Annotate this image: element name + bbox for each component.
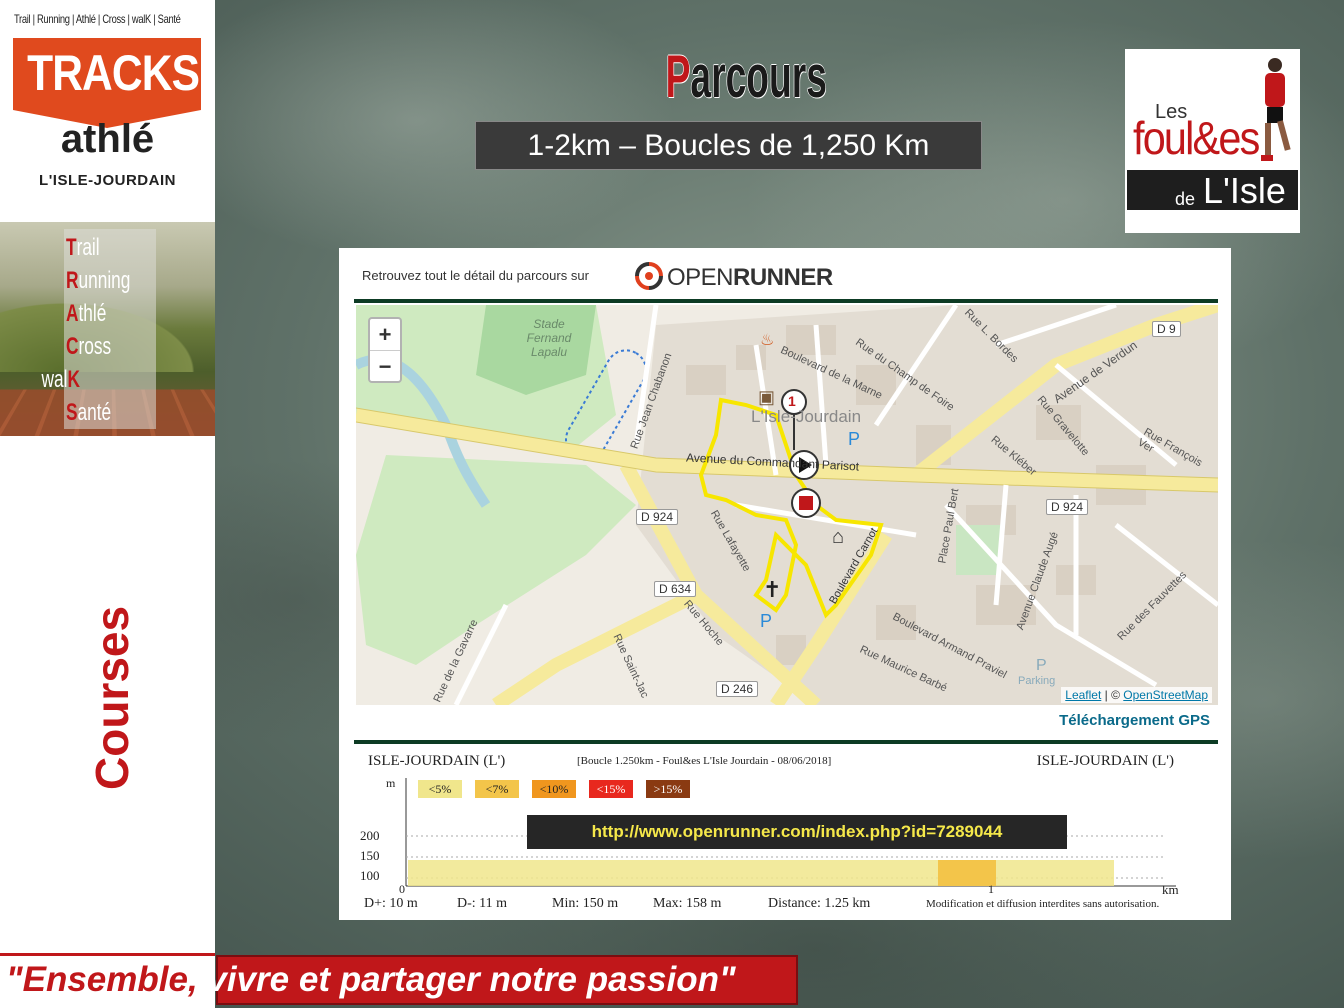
page-subtitle: 1-2km – Boucles de 1,250 Km <box>475 121 982 170</box>
page-title: Parcours <box>665 43 827 110</box>
logo-isle: L'Isle <box>1203 170 1286 211</box>
map-label: Rue de la Gavarre <box>431 617 481 705</box>
x-unit: km <box>1162 882 1179 897</box>
stat-d-plus: D+: 10 m <box>364 896 418 911</box>
brand-sub: athlé <box>60 117 155 161</box>
map-label: Rue des Fauvettes <box>1115 569 1190 643</box>
route-marker-number: 1 <box>788 393 796 409</box>
road-badge: D 9 <box>1152 321 1181 337</box>
map-label: Avenue de Verdun <box>1050 338 1140 406</box>
openrunner-logo[interactable]: OPENRUNNER <box>635 260 835 294</box>
acrostic-line: Running <box>66 267 131 294</box>
map-label: Rue Kléber <box>988 433 1039 479</box>
logo-foul: foul&es <box>1133 112 1260 164</box>
acrostic-line: Santé <box>66 399 112 426</box>
acrostic-line: Athlé <box>66 300 107 327</box>
map-label: Rue Maurice Barbé <box>857 643 949 695</box>
card-header: Retrouvez tout le détail du parcours sur <box>362 268 589 283</box>
map-label: L'Isle-Jourdain <box>751 407 862 426</box>
logo-de: de <box>1175 189 1196 209</box>
route-url[interactable]: http://www.openrunner.com/index.php?id=7… <box>527 815 1067 849</box>
road-badge: D 246 <box>716 681 759 697</box>
map-label: Parking <box>1018 675 1056 687</box>
map-label: Place Paul Bert <box>936 487 962 565</box>
leaflet-link[interactable]: Leaflet <box>1065 688 1101 702</box>
runner-icon <box>1261 58 1291 161</box>
divider-top <box>354 299 1218 303</box>
motto: "Ensemble, vivre et partager notre passi… <box>6 960 736 1000</box>
zoom-in-button[interactable]: + <box>370 319 400 350</box>
profile-disclaimer: Modification et diffusion interdites san… <box>926 898 1160 910</box>
map-attribution: Leaflet | © OpenStreetMap <box>1061 687 1212 703</box>
zoom-out-button[interactable]: − <box>370 350 400 381</box>
brand-city: L'ISLE-JOURDAIN <box>39 172 176 189</box>
map-label: Rue François Ver <box>1135 426 1205 470</box>
club-logo: Les foul&es de L'Isle <box>1125 49 1300 233</box>
acrostic-line: walK <box>41 366 80 393</box>
brand-tagline: Trail | Running | Athlé | Cross | walK |… <box>14 12 181 26</box>
stat-d-minus: D-: 11 m <box>457 896 508 911</box>
route-map[interactable]: ▣ ♨ ⌂ ✝ P P P Stade Fernand Lapalu L'Isl… <box>356 305 1218 705</box>
x-tick: 0 <box>399 882 405 896</box>
road-badge: D 924 <box>1046 499 1089 515</box>
attribution-separator: | © <box>1104 688 1120 702</box>
y-tick: 200 <box>360 828 380 843</box>
acrostic-line: Cross <box>66 333 112 360</box>
acrostic-line: Trail <box>66 234 100 261</box>
openrunner-icon <box>635 262 663 290</box>
map-label: Stade Fernand Lapalu <box>526 317 572 359</box>
stat-min: Min: 150 m <box>552 896 619 911</box>
map-label: Rue Hoche <box>681 598 726 648</box>
map-label: Rue L. Bordes <box>962 306 1021 366</box>
map-label: Rue Gravelotte <box>1034 393 1092 459</box>
map-label: Avenue Claude Augé <box>1014 530 1061 632</box>
road-badge: D 924 <box>636 509 679 525</box>
sidebar: Trail | Running | Athlé | Cross | walK |… <box>0 0 215 1008</box>
divider-bottom <box>354 740 1218 744</box>
x-tick: 1 <box>988 882 994 896</box>
y-tick: 150 <box>360 848 380 863</box>
osm-link[interactable]: OpenStreetMap <box>1123 688 1208 702</box>
section-label: Courses <box>86 605 138 790</box>
motto-part1: "Ensemble, <box>6 960 198 999</box>
y-tick: 100 <box>360 868 380 883</box>
map-label: Rue du Champ de Foire <box>853 336 957 414</box>
gps-download-link[interactable]: Téléchargement GPS <box>1059 712 1210 729</box>
stat-max: Max: 158 m <box>653 896 722 911</box>
zoom-control: + − <box>368 317 402 383</box>
stat-distance: Distance: 1.25 km <box>768 896 871 911</box>
motto-part2: vivre et partager notre passion" <box>207 960 736 999</box>
map-label: Boulevard Carnot <box>827 525 881 607</box>
map-label: Rue Jean Chabanon <box>628 351 675 451</box>
map-label: Avenue du Commandant Parisot <box>685 450 860 474</box>
map-label: Rue Saint-Jac <box>610 632 651 700</box>
map-labels: Stade Fernand Lapalu L'Isle-Jourdain Ave… <box>356 305 1218 705</box>
openrunner-text: OPENRUNNER <box>667 264 833 291</box>
brand-name: TRACKS <box>27 45 200 101</box>
map-label: Rue Lafayette <box>707 508 753 574</box>
acrostic: Trail Running Athlé Cross walK Santé <box>42 231 132 429</box>
road-badge: D 634 <box>654 581 697 597</box>
